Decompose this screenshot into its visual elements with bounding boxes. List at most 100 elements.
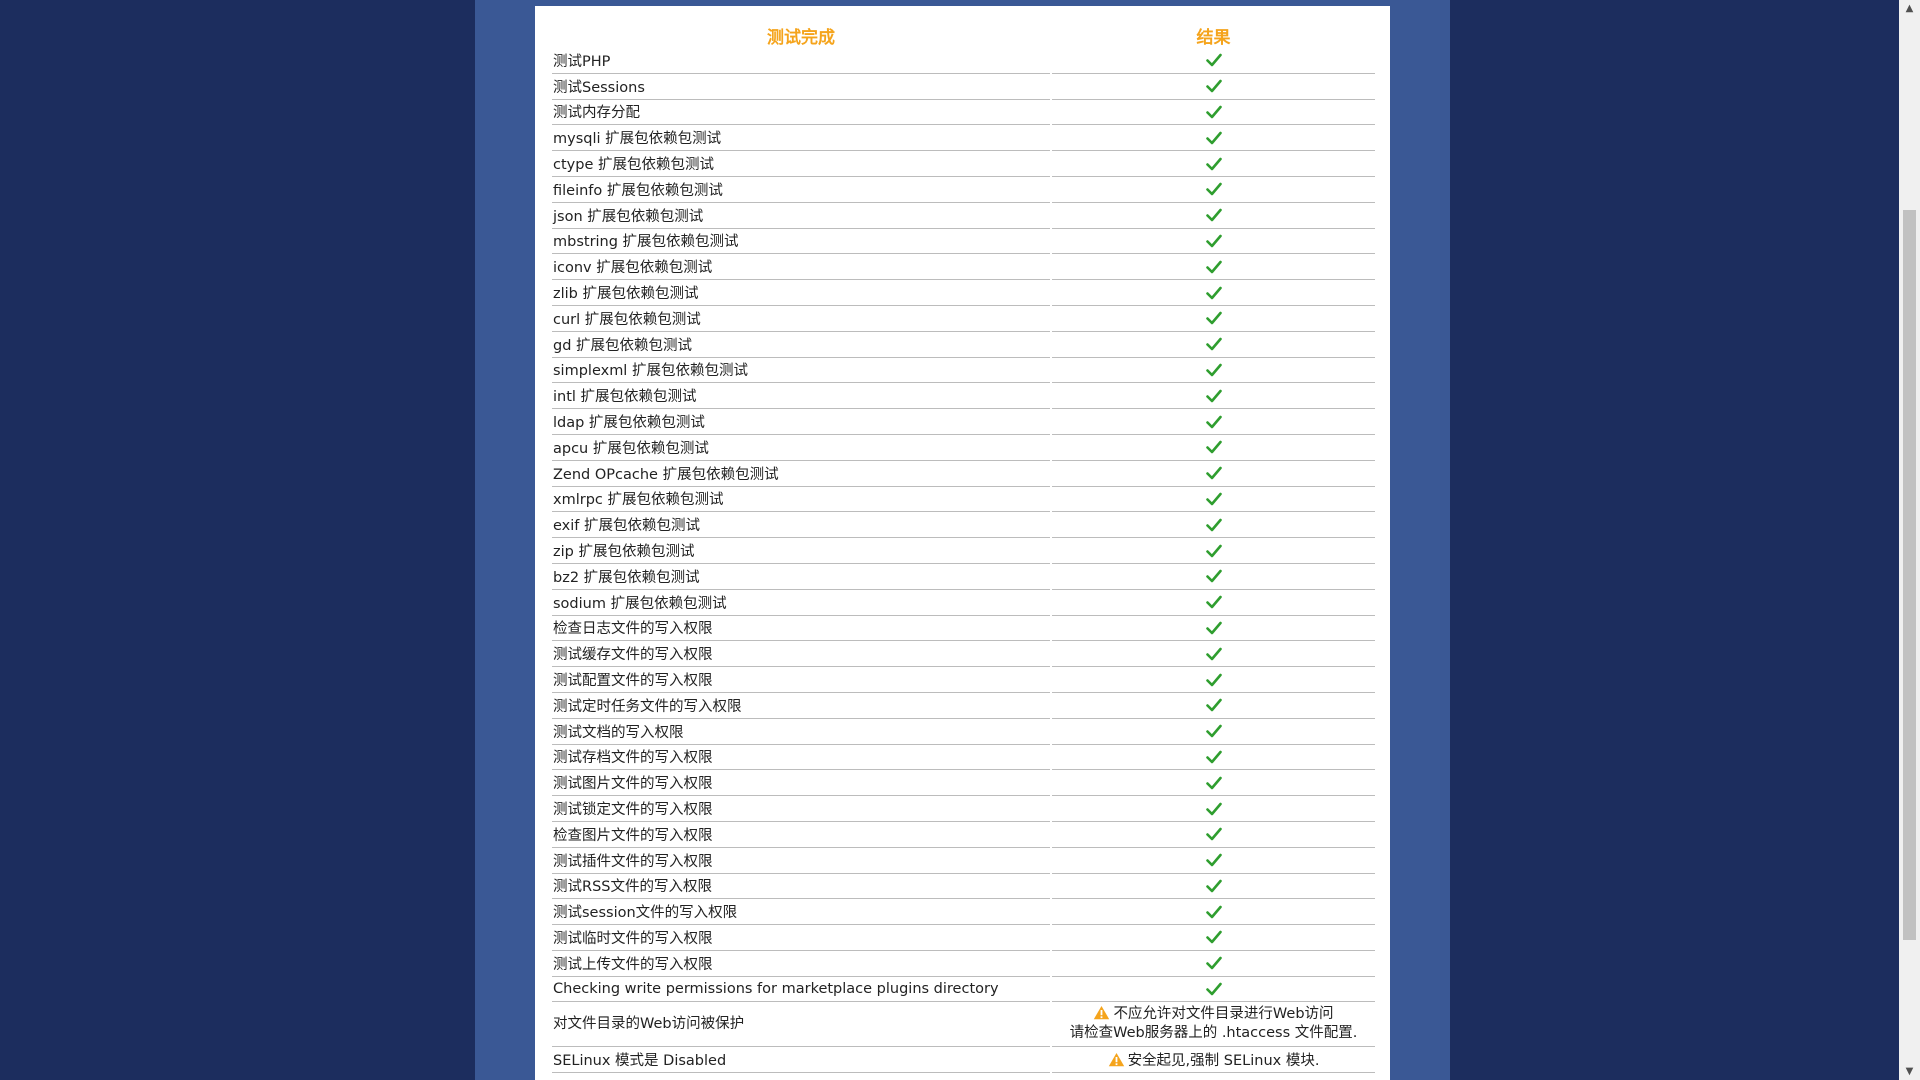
check-result xyxy=(1052,254,1375,281)
check-label: 测试文档的写入权限 xyxy=(552,719,1050,745)
scroll-up-arrow-icon[interactable]: ▲ xyxy=(1899,0,1920,17)
scrollbar-thumb[interactable] xyxy=(1903,210,1916,940)
checkmark-icon xyxy=(1205,826,1222,842)
check-label: curl 扩展包依赖包测试 xyxy=(552,306,1050,332)
check-result xyxy=(1052,538,1375,564)
vertical-scrollbar[interactable]: ▲ ▼ xyxy=(1899,0,1920,1080)
table-row: zip 扩展包依赖包测试 xyxy=(552,538,1375,564)
check-label: 测试锁定文件的写入权限 xyxy=(552,796,1050,822)
checkmark-icon xyxy=(1205,543,1222,559)
checkmark-icon xyxy=(1205,285,1222,301)
checkmark-icon xyxy=(1205,775,1222,791)
checkmark-icon xyxy=(1205,207,1222,223)
check-label: 测试临时文件的写入权限 xyxy=(552,925,1050,951)
check-label: bz2 扩展包依赖包测试 xyxy=(552,564,1050,590)
table-row: 对文件目录的Web访问被保护 不应允许对文件目录进行Web访问 请检查Web服务器上… xyxy=(552,1002,1375,1048)
check-result xyxy=(1052,770,1375,797)
check-label: 测试RSS文件的写入权限 xyxy=(552,874,1050,900)
table-row: xmlrpc 扩展包依赖包测试 xyxy=(552,487,1375,513)
checkmark-icon xyxy=(1205,594,1222,610)
table-row: ldap 扩展包依赖包测试 xyxy=(552,409,1375,435)
check-label: 测试Sessions xyxy=(552,74,1050,100)
table-row: bz2 扩展包依赖包测试 xyxy=(552,564,1375,590)
check-label: exif 扩展包依赖包测试 xyxy=(552,512,1050,539)
table-row: sodium 扩展包依赖包测试 xyxy=(552,590,1375,616)
checkmark-icon xyxy=(1205,878,1222,894)
warning-text: 安全起见,强制 SELinux 模块. xyxy=(1127,1053,1320,1070)
check-label: 测试图片文件的写入权限 xyxy=(552,770,1050,797)
check-label: 检查图片文件的写入权限 xyxy=(552,822,1050,848)
check-result xyxy=(1052,641,1375,668)
table-row: 检查图片文件的写入权限 xyxy=(552,822,1375,848)
check-label: zip 扩展包依赖包测试 xyxy=(552,538,1050,564)
table-row: fileinfo 扩展包依赖包测试 xyxy=(552,177,1375,203)
warning-triangle-icon xyxy=(1093,1006,1113,1022)
table-row: 测试上传文件的写入权限 xyxy=(552,951,1375,977)
checkmark-icon xyxy=(1205,723,1222,739)
table-row: 测试存档文件的写入权限 xyxy=(552,745,1375,771)
checkmark-icon xyxy=(1205,981,1222,997)
table-row: 测试PHP xyxy=(552,48,1375,74)
check-label: fileinfo 扩展包依赖包测试 xyxy=(552,177,1050,203)
checkmark-icon xyxy=(1205,904,1222,920)
table-row: 测试图片文件的写入权限 xyxy=(552,770,1375,797)
checkmark-icon xyxy=(1205,130,1222,146)
check-label: mbstring 扩展包依赖包测试 xyxy=(552,229,1050,255)
check-label: ctype 扩展包依赖包测试 xyxy=(552,151,1050,177)
check-result xyxy=(1052,874,1375,900)
table-row: apcu 扩展包依赖包测试 xyxy=(552,435,1375,461)
table-row: json 扩展包依赖包测试 xyxy=(552,203,1375,229)
check-result: 不应允许对文件目录进行Web访问请检查Web服务器上的 .htaccess 文件… xyxy=(1052,1002,1375,1048)
check-label: Zend OPcache 扩展包依赖包测试 xyxy=(552,461,1050,487)
system-check-table: 测试完成 结果 测试PHP 测试Sessions 测试内存分配 mysqli 扩展包依… xyxy=(550,20,1377,1074)
check-label: 测试PHP xyxy=(552,48,1050,74)
table-row: SELinux 模式是 Disabled 安全起见,强制 SELinux 模块. xyxy=(552,1047,1375,1074)
check-label: SELinux 模式是 Disabled xyxy=(552,1047,1050,1074)
table-row: iconv 扩展包依赖包测试 xyxy=(552,254,1375,281)
check-result xyxy=(1052,306,1375,332)
checkmark-icon xyxy=(1205,620,1222,636)
check-result xyxy=(1052,383,1375,410)
check-result xyxy=(1052,719,1375,745)
checkmark-icon xyxy=(1205,388,1222,404)
check-label: Checking write permissions for marketpla… xyxy=(552,977,1050,1003)
table-row: zlib 扩展包依赖包测试 xyxy=(552,280,1375,306)
checkmark-icon xyxy=(1205,156,1222,172)
warning-text: 不应允许对文件目录进行Web访问 xyxy=(1113,1006,1334,1023)
scroll-down-arrow-icon[interactable]: ▼ xyxy=(1899,1063,1920,1080)
checkmark-icon xyxy=(1205,646,1222,662)
warning-text: 请检查Web服务器上的 .htaccess 文件配置. xyxy=(1069,1025,1358,1042)
table-row: 测试临时文件的写入权限 xyxy=(552,925,1375,951)
warning-triangle-icon xyxy=(1108,1053,1128,1069)
check-label: iconv 扩展包依赖包测试 xyxy=(552,254,1050,281)
table-row: 测试内存分配 xyxy=(552,100,1375,126)
checkmark-icon xyxy=(1205,929,1222,945)
check-result xyxy=(1052,796,1375,822)
checkmark-icon xyxy=(1205,672,1222,688)
table-row: 测试session文件的写入权限 xyxy=(552,899,1375,926)
check-rows: 测试PHP 测试Sessions 测试内存分配 mysqli 扩展包依赖包测试 ctyp… xyxy=(552,48,1375,1074)
check-label: json 扩展包依赖包测试 xyxy=(552,203,1050,229)
check-label: zlib 扩展包依赖包测试 xyxy=(552,280,1050,306)
check-result xyxy=(1052,667,1375,693)
check-label: 测试内存分配 xyxy=(552,100,1050,126)
check-result xyxy=(1052,125,1375,152)
check-result xyxy=(1052,848,1375,874)
check-label: gd 扩展包依赖包测试 xyxy=(552,332,1050,358)
warning-message-line: 安全起见,强制 SELinux 模块. xyxy=(1052,1049,1375,1070)
check-label: 测试缓存文件的写入权限 xyxy=(552,641,1050,668)
check-result xyxy=(1052,229,1375,255)
table-row: intl 扩展包依赖包测试 xyxy=(552,383,1375,410)
check-label: intl 扩展包依赖包测试 xyxy=(552,383,1050,410)
check-label: 检查日志文件的写入权限 xyxy=(552,616,1050,642)
checkmark-icon xyxy=(1205,362,1222,378)
checkmark-icon xyxy=(1205,181,1222,197)
check-label: xmlrpc 扩展包依赖包测试 xyxy=(552,487,1050,513)
checkmark-icon xyxy=(1205,52,1222,68)
table-row: 测试插件文件的写入权限 xyxy=(552,848,1375,874)
checkmark-icon xyxy=(1205,104,1222,120)
checkmark-icon xyxy=(1205,517,1222,533)
table-row: 测试Sessions xyxy=(552,74,1375,100)
check-result xyxy=(1052,512,1375,539)
checkmark-icon xyxy=(1205,955,1222,971)
